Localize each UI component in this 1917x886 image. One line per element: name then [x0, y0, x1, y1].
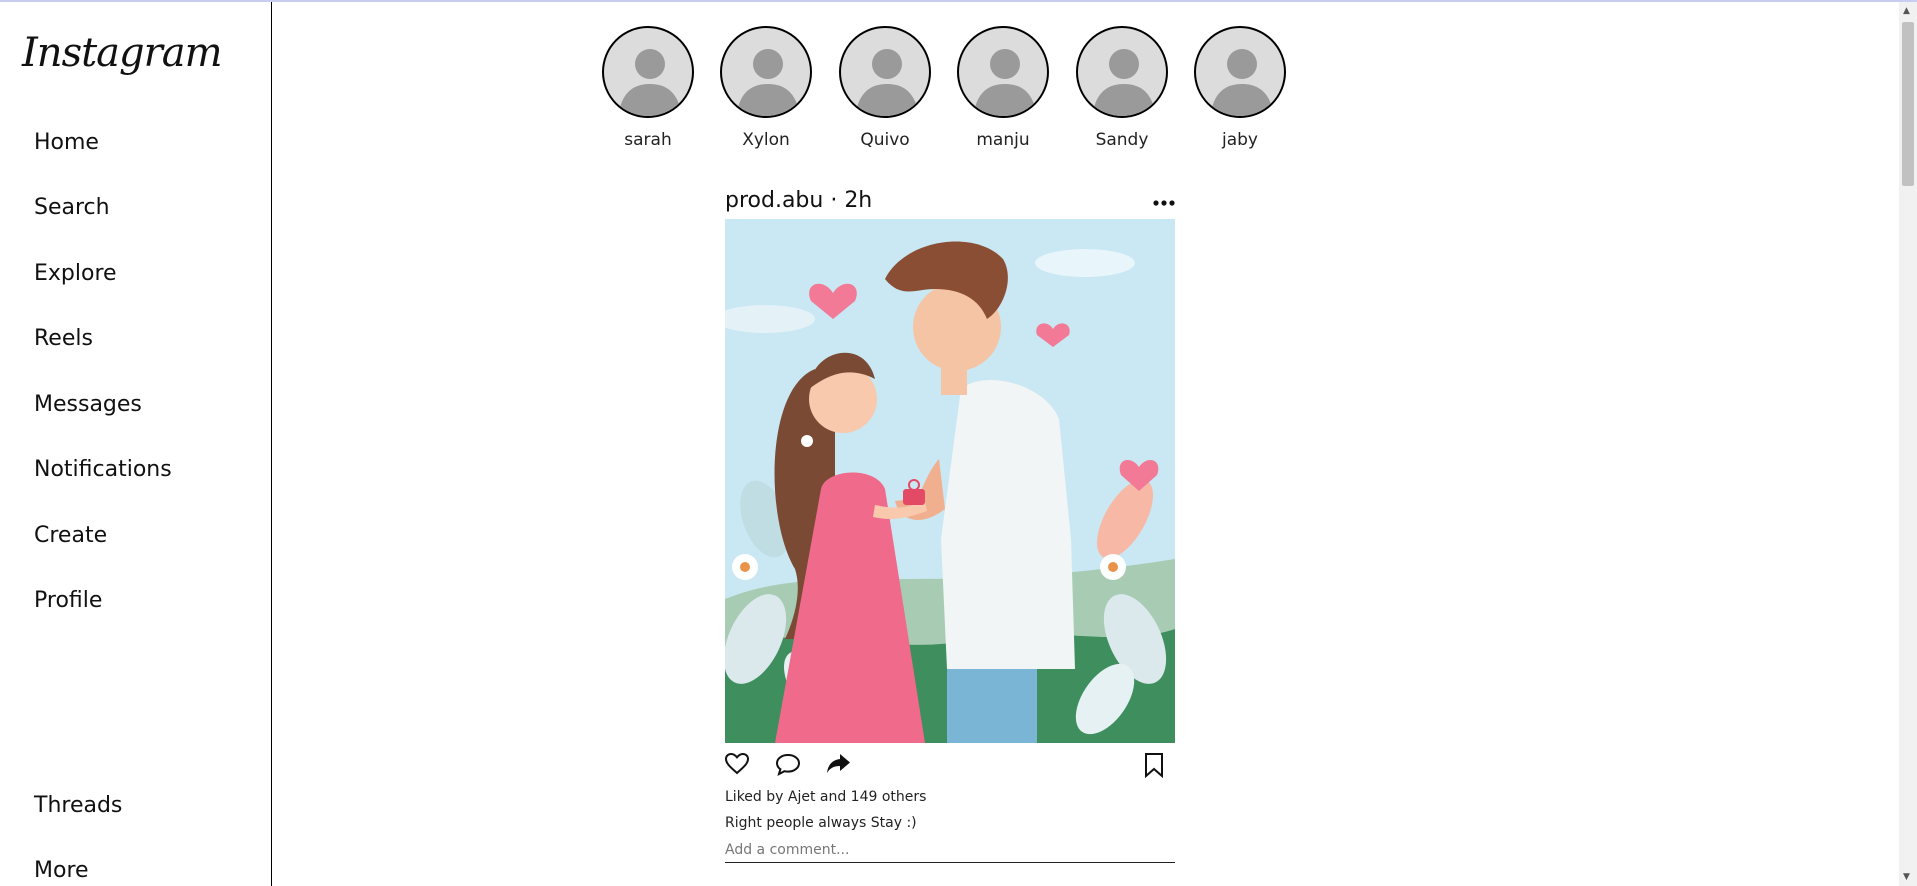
sidebar-item-search[interactable]: Search	[34, 195, 110, 220]
avatar	[1076, 26, 1168, 118]
story-username: Xylon	[742, 130, 790, 150]
post-actions	[724, 752, 1175, 782]
comment-icon[interactable]	[775, 752, 801, 780]
comment-input[interactable]	[725, 838, 1175, 863]
avatar	[602, 26, 694, 118]
post-caption: Right people always Stay :)	[725, 815, 917, 831]
post-header: prod.abu · 2h	[725, 188, 1175, 216]
sidebar-item-reels[interactable]: Reels	[34, 326, 93, 351]
scrollbar-thumb[interactable]	[1902, 22, 1914, 186]
story-username: manju	[976, 130, 1030, 150]
avatar-placeholder-icon	[1210, 49, 1274, 116]
avatar	[720, 26, 812, 118]
heart-icon[interactable]	[724, 752, 750, 780]
story-quivo[interactable]: Quivo	[835, 26, 935, 150]
avatar-placeholder-icon	[618, 49, 682, 116]
browser-top-edge	[0, 0, 1917, 2]
sidebar-item-profile[interactable]: Profile	[34, 588, 102, 613]
likes-text[interactable]: Liked by Ajet and 149 others	[725, 789, 926, 805]
avatar-placeholder-icon	[855, 49, 919, 116]
avatar-placeholder-icon	[973, 49, 1037, 116]
story-sarah[interactable]: sarah	[598, 26, 698, 150]
share-icon[interactable]	[825, 752, 851, 780]
instagram-logo[interactable]: Instagram	[22, 30, 223, 76]
avatar	[957, 26, 1049, 118]
sidebar-item-home[interactable]: Home	[34, 130, 99, 155]
post-author[interactable]: prod.abu · 2h	[725, 188, 872, 213]
scroll-down-arrow-icon[interactable]: ▼	[1903, 872, 1910, 882]
sidebar-item-explore[interactable]: Explore	[34, 261, 117, 286]
sidebar-item-notifications[interactable]: Notifications	[34, 457, 172, 482]
avatar	[839, 26, 931, 118]
story-jaby[interactable]: jaby	[1190, 26, 1290, 150]
post-image[interactable]	[725, 219, 1175, 743]
scroll-up-arrow-icon[interactable]: ▲	[1903, 6, 1910, 16]
avatar	[1194, 26, 1286, 118]
bookmark-icon[interactable]	[1143, 752, 1165, 782]
post-illustration	[725, 219, 1175, 743]
story-username: Quivo	[860, 130, 910, 150]
sidebar-item-more[interactable]: More	[34, 858, 89, 883]
story-manju[interactable]: manju	[953, 26, 1053, 150]
avatar-placeholder-icon	[736, 49, 800, 116]
sidebar-item-threads[interactable]: Threads	[34, 793, 122, 818]
avatar-placeholder-icon	[1092, 49, 1156, 116]
sidebar-item-create[interactable]: Create	[34, 523, 107, 548]
story-username: jaby	[1222, 130, 1258, 150]
story-sandy[interactable]: Sandy	[1072, 26, 1172, 150]
sidebar: Instagram Home Search Explore Reels Mess…	[0, 2, 272, 886]
sidebar-item-messages[interactable]: Messages	[34, 392, 142, 417]
story-xylon[interactable]: Xylon	[716, 26, 816, 150]
story-username: Sandy	[1095, 130, 1149, 150]
more-horizontal-icon[interactable]	[1153, 188, 1175, 212]
story-username: sarah	[624, 130, 672, 150]
